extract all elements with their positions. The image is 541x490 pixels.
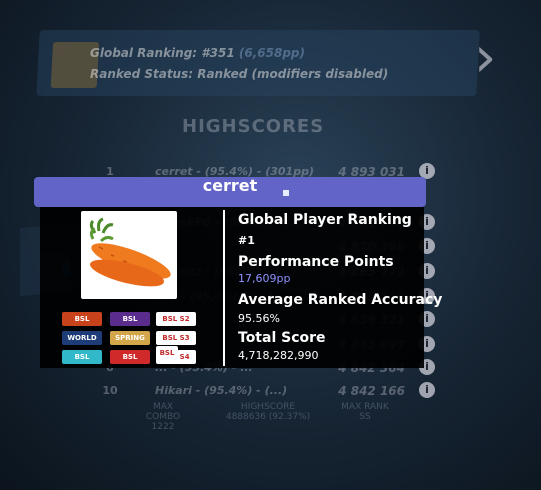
global-ranking-label: Global Ranking: [90, 46, 198, 60]
header-indicator-dot [283, 190, 289, 196]
max-rank-value: SS [359, 412, 371, 422]
global-ranking-pp: (6,658pp) [238, 46, 305, 60]
carrot-avatar-image [89, 217, 171, 287]
tournament-badge: BSL [62, 312, 102, 326]
tournament-badge: BSL [110, 350, 150, 364]
max-rank-stat: MAX RANK SS [340, 402, 390, 422]
max-combo-value: 1222 [151, 422, 175, 432]
total-score-value: 4,718,282,990 [238, 349, 319, 362]
popup-player-name: cerret [34, 177, 426, 207]
score-rank: 10 [102, 384, 118, 397]
tournament-badge: BSL [62, 350, 102, 364]
tournament-badge: BSL S3 [156, 331, 196, 345]
highscores-title: HIGHSCORES [182, 116, 325, 137]
tournament-badge: BSL S2 [156, 312, 196, 326]
score-value: 4 842 166 [338, 384, 405, 398]
performance-points-value: 17,609pp [238, 272, 291, 285]
highscore-value: 4888636 (92.37%) [225, 412, 311, 422]
tournament-badge: BSL [156, 346, 178, 360]
max-combo-label: MAX COMBO [145, 402, 181, 422]
score-row: 10 Hikari - (95.4%) - (...) 4 842 166 i [95, 382, 435, 404]
total-score-label: Total Score [238, 330, 326, 346]
tournament-badge: SPRING [110, 331, 150, 345]
max-combo-stat: MAX COMBO 1222 [138, 402, 188, 432]
popup-divider [223, 210, 225, 366]
tournament-badge: WORLD [62, 331, 102, 345]
average-accuracy-label: Average Ranked Accuracy [238, 292, 443, 308]
global-player-ranking-value: #1 [238, 234, 255, 247]
highscore-stat: HIGHSCORE 4888636 (92.37%) [218, 402, 318, 422]
global-ranking-value: #351 [201, 46, 235, 60]
highscore-label: HIGHSCORE [240, 402, 296, 412]
global-player-ranking-label: Global Player Ranking [238, 212, 412, 228]
info-icon[interactable]: i [419, 382, 435, 398]
level-info-card [36, 30, 480, 96]
tournament-badge: BSL [110, 312, 150, 326]
chevron-right-icon[interactable]: › [474, 30, 496, 86]
player-avatar [81, 211, 177, 299]
max-rank-label: MAX RANK [341, 402, 389, 412]
global-ranking-line: Global Ranking: #351 (6,658pp) [90, 46, 305, 60]
average-accuracy-value: 95.56% [238, 312, 280, 325]
score-player: Hikari - (95.4%) - (...) [155, 384, 288, 397]
ranked-status-line: Ranked Status: Ranked (modifiers disable… [90, 67, 389, 81]
performance-points-label: Performance Points [238, 254, 394, 270]
